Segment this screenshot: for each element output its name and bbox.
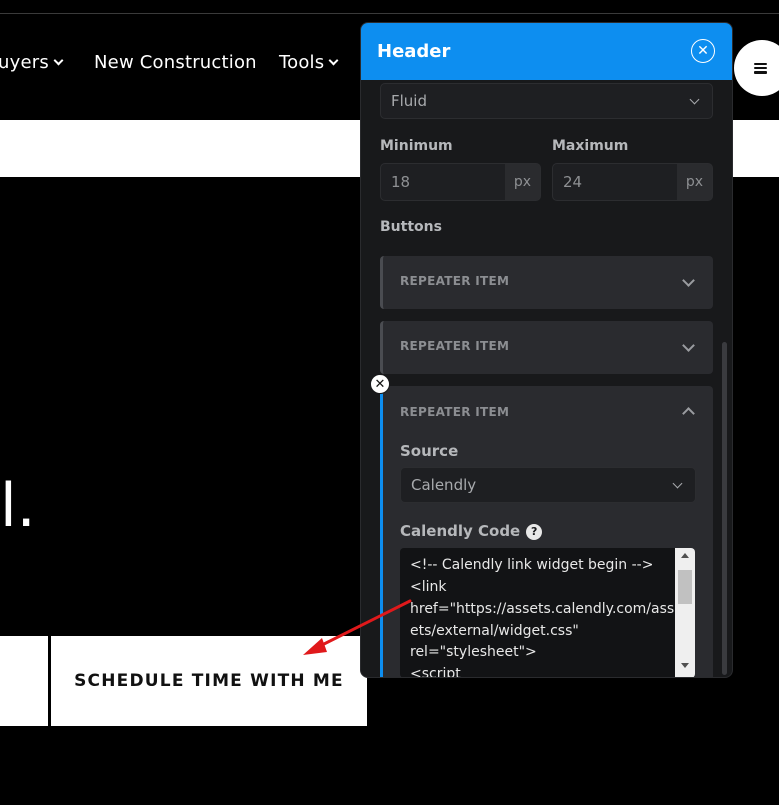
maximum-label: Maximum: [552, 138, 629, 154]
chevron-down-icon: [328, 55, 339, 66]
source-select[interactable]: Calendly: [400, 467, 696, 503]
chevron-down-icon: [682, 339, 695, 352]
chevron-down-icon: [672, 478, 683, 489]
remove-item-icon[interactable]: ✕: [370, 374, 390, 394]
chevron-down-icon: [682, 274, 695, 287]
calendly-code-label: Calendly Code?: [400, 522, 543, 541]
source-label: Source: [400, 442, 459, 460]
panel-header: Header ✕: [361, 23, 732, 80]
scroll-up-icon[interactable]: [681, 553, 689, 558]
buttons-label: Buttons: [380, 219, 442, 235]
font-size-mode-select[interactable]: Fluid: [380, 83, 713, 119]
maximum-input[interactable]: 24: [552, 163, 678, 201]
panel-scrollbar[interactable]: [722, 342, 727, 675]
repeater-item-expanded: REPEATER ITEM Source Calendly Calendly C…: [380, 386, 713, 677]
top-divider: [0, 13, 779, 14]
chevron-down-icon: [53, 55, 64, 66]
minimum-input[interactable]: 18: [380, 163, 506, 201]
hero-heading-fragment: l.: [0, 471, 36, 541]
calendly-code-textarea[interactable]: <!-- Calendly link widget begin --> <lin…: [400, 548, 695, 677]
repeater-item[interactable]: REPEATER ITEM: [380, 256, 713, 309]
chevron-up-icon[interactable]: [682, 407, 695, 420]
header-settings-panel: Header ✕ Fluid Minimum Maximum 18 px 24 …: [360, 22, 733, 678]
minimum-label: Minimum: [380, 138, 453, 154]
textarea-scrollbar[interactable]: [675, 548, 695, 677]
panel-title: Header: [377, 41, 451, 62]
maximum-unit[interactable]: px: [677, 163, 713, 201]
schedule-button[interactable]: SCHEDULE TIME WITH ME: [51, 636, 367, 726]
nav-item-new-construction[interactable]: New Construction: [94, 52, 257, 73]
scroll-down-icon[interactable]: [681, 663, 689, 668]
hamburger-icon: [754, 62, 767, 74]
scrollbar-thumb[interactable]: [678, 570, 692, 604]
nav-item-tools[interactable]: Tools: [279, 52, 339, 73]
minimum-unit[interactable]: px: [505, 163, 541, 201]
close-icon[interactable]: ✕: [691, 39, 715, 63]
repeater-item[interactable]: REPEATER ITEM: [380, 321, 713, 374]
nav-item-buyers[interactable]: uyers: [0, 52, 64, 73]
secondary-cta-button[interactable]: [0, 636, 48, 726]
menu-button[interactable]: [734, 40, 779, 96]
help-icon[interactable]: ?: [526, 523, 543, 540]
chevron-down-icon: [689, 94, 700, 105]
